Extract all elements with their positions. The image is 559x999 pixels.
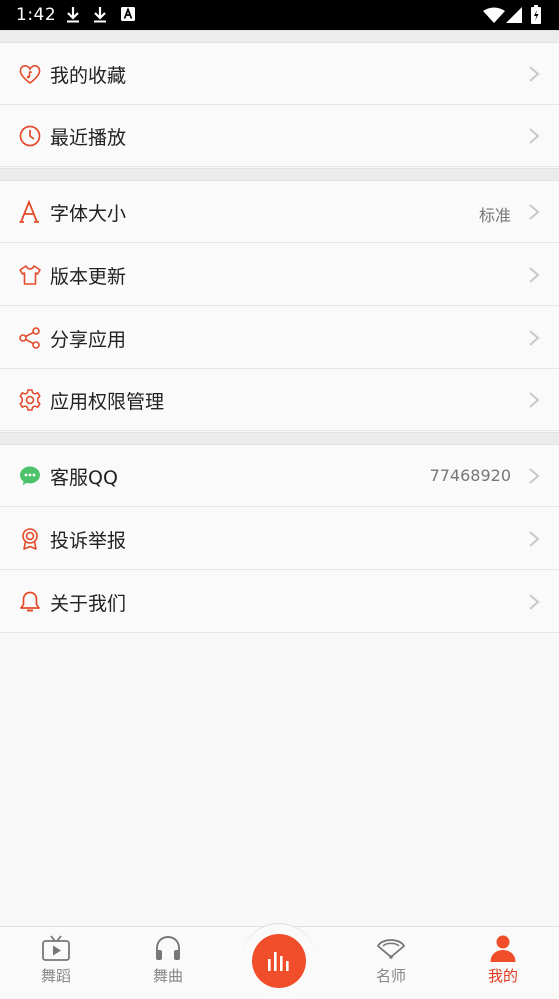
chevron-right-icon bbox=[529, 66, 540, 82]
menu-item-label: 版本更新 bbox=[50, 266, 127, 288]
wifi-icon bbox=[483, 7, 505, 23]
chevron-right-icon bbox=[529, 204, 540, 220]
tab-label: 舞蹈 bbox=[40, 967, 71, 985]
group-divider bbox=[0, 30, 559, 43]
person-icon bbox=[490, 935, 516, 962]
chevron-right-icon bbox=[529, 468, 540, 484]
bottom-tab-bar: 舞蹈 舞曲 名师 我的 bbox=[0, 923, 559, 999]
menu-item-customer-service-qq[interactable]: 客服QQ 77468920 bbox=[0, 445, 559, 507]
chevron-right-icon bbox=[529, 267, 540, 283]
menu-item-share-app[interactable]: 分享应用 bbox=[0, 307, 559, 369]
fan-icon bbox=[377, 939, 405, 959]
menu-item-favorites[interactable]: 我的收藏 bbox=[0, 43, 559, 105]
tab-mine[interactable]: 我的 bbox=[463, 927, 543, 993]
group-divider bbox=[0, 168, 559, 181]
menu-item-label: 关于我们 bbox=[50, 593, 127, 615]
menu-item-label: 最近播放 bbox=[50, 127, 127, 149]
status-time: 1:42 bbox=[16, 5, 57, 25]
menu-item-label: 客服QQ bbox=[50, 467, 118, 489]
heart-music-icon bbox=[19, 64, 41, 85]
menu-item-label: 投诉举报 bbox=[50, 530, 127, 552]
shirt-icon bbox=[19, 265, 41, 285]
menu-item-font-size[interactable]: 字体大小 标准 bbox=[0, 181, 559, 243]
menu-item-recent[interactable]: 最近播放 bbox=[0, 105, 559, 167]
menu-item-about-us[interactable]: 关于我们 bbox=[0, 571, 559, 633]
tab-label: 我的 bbox=[487, 967, 518, 985]
sound-bars-icon bbox=[268, 952, 289, 971]
menu-item-label: 字体大小 bbox=[50, 203, 127, 225]
headphones-icon bbox=[156, 936, 180, 960]
font-size-value: 标准 bbox=[478, 206, 511, 225]
share-icon bbox=[19, 327, 40, 349]
menu-item-permissions[interactable]: 应用权限管理 bbox=[0, 369, 559, 431]
a-badge-icon bbox=[121, 7, 135, 21]
qq-number-value: 77468920 bbox=[429, 466, 511, 485]
gear-icon bbox=[19, 389, 41, 411]
menu-item-version-update[interactable]: 版本更新 bbox=[0, 244, 559, 306]
status-bar: 1:42 bbox=[0, 0, 559, 30]
download-icon bbox=[67, 7, 79, 23]
signal-icon bbox=[506, 7, 522, 23]
chevron-right-icon bbox=[529, 392, 540, 408]
tab-music[interactable]: 舞曲 bbox=[128, 927, 208, 993]
menu-item-report[interactable]: 投诉举报 bbox=[0, 508, 559, 570]
tab-label: 名师 bbox=[375, 967, 406, 985]
clock-icon bbox=[19, 125, 41, 147]
group-divider bbox=[0, 432, 559, 445]
menu-item-label: 分享应用 bbox=[50, 329, 127, 351]
menu-item-label: 应用权限管理 bbox=[50, 391, 165, 413]
award-icon bbox=[22, 528, 38, 550]
chevron-right-icon bbox=[529, 330, 540, 346]
chevron-right-icon bbox=[529, 594, 540, 610]
bell-icon bbox=[20, 591, 40, 612]
chat-icon bbox=[20, 466, 40, 485]
tab-dance[interactable]: 舞蹈 bbox=[16, 927, 96, 993]
tv-play-icon bbox=[42, 935, 70, 961]
chevron-right-icon bbox=[529, 531, 540, 547]
tab-label: 舞曲 bbox=[152, 967, 183, 985]
font-icon bbox=[19, 200, 39, 223]
sound-bars-center-button[interactable] bbox=[252, 934, 306, 988]
download-icon bbox=[94, 7, 106, 23]
menu-item-label: 我的收藏 bbox=[50, 65, 127, 87]
tab-teachers[interactable]: 名师 bbox=[351, 927, 431, 993]
chevron-right-icon bbox=[529, 128, 540, 144]
battery-icon bbox=[531, 5, 541, 24]
